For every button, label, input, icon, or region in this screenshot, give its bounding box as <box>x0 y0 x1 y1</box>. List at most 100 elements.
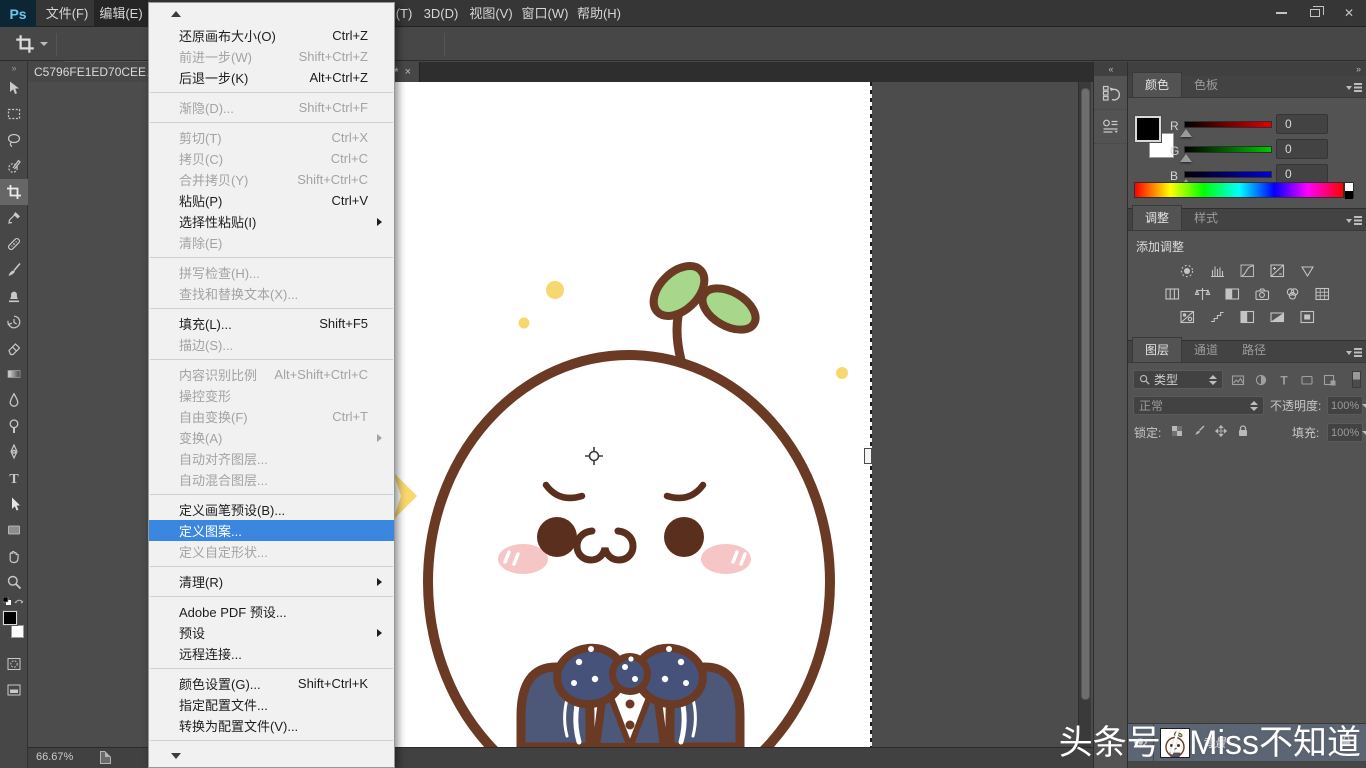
crop-preset-caret-icon[interactable] <box>40 42 48 46</box>
invert-adjustment-button[interactable] <box>1178 308 1198 325</box>
shape-filter-button[interactable] <box>1300 373 1314 387</box>
panel-menu-icon[interactable] <box>1346 82 1362 93</box>
menu-item-34[interactable]: 预设 <box>149 622 394 643</box>
channel-slider[interactable] <box>1184 146 1272 153</box>
opacity-field[interactable]: 100% <box>1327 396 1363 415</box>
lasso-tool-button[interactable] <box>0 127 28 153</box>
tab-paths[interactable]: 路径 <box>1230 338 1278 362</box>
slider-thumb-icon[interactable] <box>1180 154 1192 162</box>
type-tool-button[interactable]: T <box>0 465 28 491</box>
menubar-item-11[interactable]: 帮助(H) <box>572 0 626 26</box>
hand-tool-button[interactable] <box>0 543 28 569</box>
shape-tool-button[interactable] <box>0 517 28 543</box>
quick-mask-button[interactable] <box>0 651 28 677</box>
default-colors-icon[interactable] <box>3 595 12 609</box>
panel-menu-icon[interactable] <box>1346 215 1362 226</box>
slider-thumb-icon[interactable] <box>1180 129 1192 137</box>
menu-item-31[interactable]: 清理(R) <box>149 571 394 592</box>
menu-item-27[interactable]: 定义画笔预设(B)... <box>149 499 394 520</box>
channel-value-field[interactable]: 0 <box>1276 164 1328 184</box>
vertical-scrollbar-thumb[interactable] <box>1081 88 1090 700</box>
menu-item-38[interactable]: 指定配置文件... <box>149 694 394 715</box>
channel-slider[interactable] <box>1184 121 1272 128</box>
menu-item-39[interactable]: 转换为配置文件(V)... <box>149 715 394 736</box>
dodge-tool-button[interactable] <box>0 413 28 439</box>
eraser-tool-button[interactable] <box>0 335 28 361</box>
fill-field[interactable]: 100% <box>1327 423 1363 442</box>
brush-tool-button[interactable] <box>0 257 28 283</box>
menu-item-35[interactable]: 远程连接... <box>149 643 394 664</box>
black-white-adjustment-button[interactable] <box>1223 285 1243 302</box>
hue-saturation-adjustment-button[interactable] <box>1163 285 1183 302</box>
photo-filter-adjustment-button[interactable] <box>1253 285 1273 302</box>
tab-color[interactable]: 颜色 <box>1132 72 1182 97</box>
vertical-scrollbar[interactable] <box>1078 82 1091 747</box>
layer-filter-kind-select[interactable]: 类型 <box>1133 370 1223 389</box>
background-color-swatch[interactable] <box>11 625 24 638</box>
lock-move-button[interactable] <box>1212 422 1229 439</box>
move-tool-button[interactable] <box>0 75 28 101</box>
brightness-contrast-adjustment-button[interactable] <box>1178 262 1198 279</box>
menubar-item-1[interactable]: 文件(F) <box>40 0 94 26</box>
pen-tool-button[interactable] <box>0 439 28 465</box>
blend-mode-select[interactable]: 正常 <box>1133 396 1264 415</box>
healing-tool-button[interactable] <box>0 231 28 257</box>
spectrum-bw-swatches[interactable] <box>1344 182 1354 198</box>
menu-item-33[interactable]: Adobe PDF 预设... <box>149 601 394 622</box>
menubar-item-9[interactable]: 视图(V) <box>464 0 518 26</box>
foreground-color-swatch[interactable] <box>3 611 17 625</box>
properties-panel-button[interactable] <box>1094 110 1128 144</box>
filter-toggle[interactable] <box>1352 371 1361 388</box>
tab-adjustments[interactable]: 调整 <box>1132 205 1182 230</box>
menubar-item-2[interactable]: 编辑(E) <box>94 0 148 26</box>
path-select-tool-button[interactable] <box>0 491 28 517</box>
color-spectrum-ramp[interactable] <box>1134 182 1344 198</box>
vibrance-adjustment-button[interactable] <box>1298 262 1318 279</box>
type-filter-button[interactable]: T <box>1277 373 1291 387</box>
tab-styles[interactable]: 样式 <box>1182 206 1230 230</box>
restore-button[interactable] <box>1298 0 1332 25</box>
swap-colors-icon[interactable] <box>14 595 24 609</box>
panel-menu-icon[interactable] <box>1346 347 1362 358</box>
lock-all-button[interactable] <box>1234 422 1251 439</box>
color-lookup-adjustment-button[interactable] <box>1313 285 1333 302</box>
menu-item-10[interactable]: 粘贴(P)Ctrl+V <box>149 190 394 211</box>
minimize-button[interactable] <box>1264 0 1298 25</box>
pixel-filter-button[interactable] <box>1231 373 1245 387</box>
posterize-adjustment-button[interactable] <box>1208 308 1228 325</box>
menu-scroll-down-arrow[interactable] <box>149 745 394 767</box>
channel-mixer-adjustment-button[interactable] <box>1283 285 1303 302</box>
eyedropper-tool-button[interactable] <box>0 205 28 231</box>
menu-item-17[interactable]: 填充(L)...Shift+F5 <box>149 313 394 334</box>
close-button[interactable]: ✕ <box>1332 0 1366 25</box>
channel-value-field[interactable]: 0 <box>1276 114 1328 134</box>
channel-value-field[interactable]: 0 <box>1276 139 1328 159</box>
history-brush-tool-button[interactable] <box>0 309 28 335</box>
menu-scroll-up-arrow[interactable] <box>149 3 394 25</box>
blur-tool-button[interactable] <box>0 387 28 413</box>
tab-swatches[interactable]: 色板 <box>1182 73 1230 97</box>
crop-boundary[interactable] <box>870 82 872 747</box>
threshold-adjustment-button[interactable] <box>1238 308 1258 325</box>
lock-transparent-button[interactable] <box>1168 422 1185 439</box>
menubar-item-10[interactable]: 窗口(W) <box>518 0 572 26</box>
menubar-item-8[interactable]: 3D(D) <box>418 0 464 26</box>
quick-select-tool-button[interactable] <box>0 153 28 179</box>
menu-item-28[interactable]: 定义图案... <box>149 520 394 541</box>
toolbox-collapse-icon[interactable]: » <box>0 62 27 75</box>
document-canvas[interactable] <box>393 82 871 747</box>
expand-panels-icon[interactable]: « <box>1094 62 1127 76</box>
tab-close-icon[interactable]: × <box>403 66 413 78</box>
curves-adjustment-button[interactable] <box>1238 262 1258 279</box>
screen-mode-button[interactable] <box>0 677 28 703</box>
history-panel-button[interactable] <box>1094 76 1128 110</box>
zoom-tool-button[interactable] <box>0 569 28 595</box>
clone-stamp-tool-button[interactable] <box>0 283 28 309</box>
adjustment-filter-button[interactable] <box>1254 373 1268 387</box>
exposure-adjustment-button[interactable] <box>1268 262 1288 279</box>
channel-slider[interactable] <box>1184 171 1272 178</box>
menu-item-11[interactable]: 选择性粘贴(I) <box>149 211 394 232</box>
gradient-map-adjustment-button[interactable] <box>1268 308 1288 325</box>
levels-adjustment-button[interactable] <box>1208 262 1228 279</box>
tab-layers[interactable]: 图层 <box>1132 337 1182 362</box>
